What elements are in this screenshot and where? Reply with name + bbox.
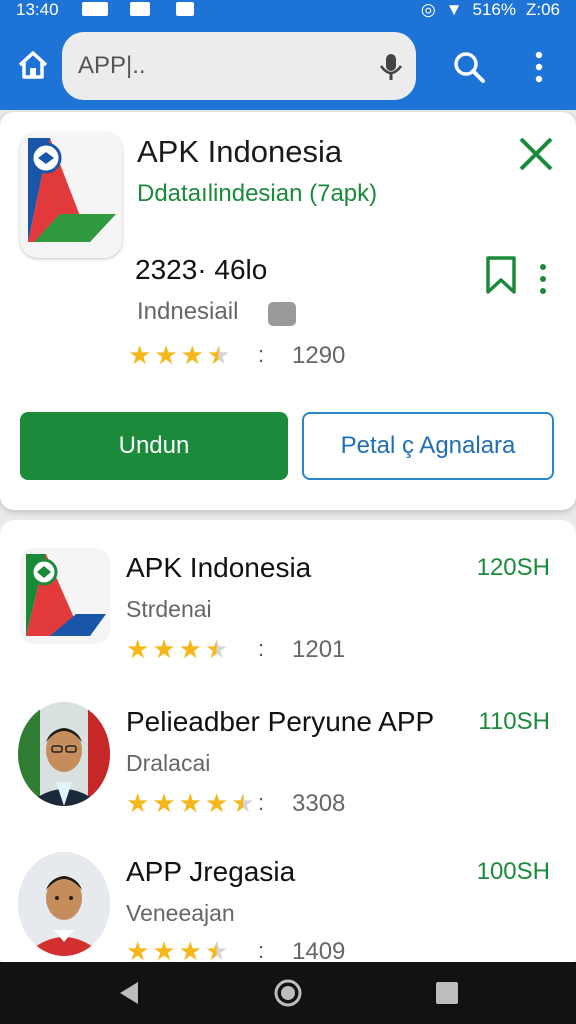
star-icon: ★: [126, 634, 150, 664]
item-title: Pelieadber Peryune APP: [126, 706, 435, 737]
separator: :: [258, 342, 265, 367]
rating-stars: ★ ★ ★ ★ ★: [126, 790, 255, 816]
item-size: 100SH: [476, 858, 550, 885]
developer-avatar: [18, 702, 110, 806]
home-icon[interactable]: [16, 48, 50, 82]
status-right: ◎ ▼ 516% Z:06: [421, 0, 560, 20]
item-size: 110SH: [478, 708, 550, 735]
search-query: APP|..: [78, 52, 146, 79]
alarm-icon: ◎: [420, 0, 436, 19]
item-subtitle: Veneeajan: [126, 900, 235, 926]
status-clock: Z:06: [525, 0, 560, 19]
rating-count: 1290: [292, 342, 346, 369]
developer-avatar: [18, 852, 110, 956]
search-icon[interactable]: [452, 50, 486, 84]
results-list: APK Indonesia 120SH Strdenai ★ ★ ★ ★ : 1…: [0, 520, 576, 970]
notification-icon: [82, 2, 108, 16]
battery-level: 516%: [472, 0, 516, 19]
close-icon[interactable]: [516, 134, 556, 174]
item-size: 120SH: [476, 554, 550, 581]
star-half-icon: ★: [231, 788, 255, 818]
download-button[interactable]: Undun: [20, 412, 288, 480]
home-circle-icon[interactable]: [273, 978, 303, 1008]
featured-app-subtitle[interactable]: Ddataılindesian (7apk): [137, 180, 377, 208]
status-bar: 13:40 ◎ ▼ 516% Z:06: [0, 0, 576, 22]
separator: :: [258, 636, 265, 661]
rating-stars: ★ ★ ★ ★: [126, 636, 228, 662]
star-half-icon: ★: [204, 936, 229, 966]
back-icon[interactable]: [114, 978, 144, 1008]
bookmark-icon[interactable]: [484, 254, 518, 296]
star-icon: ★: [154, 340, 178, 370]
star-half-icon: ★: [204, 634, 229, 664]
featured-app-title: APK Indonesia: [137, 134, 343, 169]
rating-stars: ★ ★ ★ ★: [128, 342, 230, 368]
featured-app-region: Indnesiail: [137, 298, 239, 325]
item-title: APK Indonesia: [126, 552, 312, 583]
star-icon: ★: [178, 936, 202, 966]
more-options-icon[interactable]: [534, 262, 552, 296]
rating-count: 3308: [292, 790, 346, 817]
star-icon: ★: [180, 340, 204, 370]
item-subtitle: Dralacai: [126, 750, 211, 776]
notification-icon: [176, 2, 194, 16]
overflow-menu-icon[interactable]: [528, 50, 550, 84]
list-item[interactable]: APK Indonesia 120SH Strdenai ★ ★ ★ ★ : 1…: [0, 548, 576, 698]
region-badge-icon: [268, 302, 296, 326]
star-icon: ★: [126, 788, 150, 818]
wifi-icon: ▼: [445, 0, 463, 19]
star-icon: ★: [178, 788, 202, 818]
featured-app-card[interactable]: APK Indonesia Ddataılindesian (7apk) 232…: [0, 112, 576, 510]
mic-icon[interactable]: [378, 52, 404, 82]
secondary-action-button[interactable]: Petal ç Agnalara: [302, 412, 554, 480]
apk-indonesia-icon: [20, 132, 122, 258]
star-icon: ★: [204, 788, 229, 818]
rating-count: 1201: [292, 636, 346, 663]
app-bar: APP|..: [0, 22, 576, 110]
rating-stars: ★ ★ ★ ★: [126, 938, 228, 964]
star-icon: ★: [152, 936, 176, 966]
star-icon: ★: [128, 340, 152, 370]
notification-icon: [130, 2, 150, 16]
star-half-icon: ★: [206, 340, 231, 370]
status-time: 13:40: [16, 0, 59, 19]
star-icon: ★: [152, 788, 176, 818]
search-input[interactable]: APP|..: [62, 32, 416, 100]
item-subtitle: Strdenai: [126, 596, 212, 622]
item-title: APP Jregasia: [126, 856, 296, 887]
separator: :: [258, 790, 265, 815]
list-item[interactable]: Pelieadber Peryune APP 110SH Dralacai ★ …: [0, 702, 576, 852]
apk-indonesia-icon: [20, 548, 110, 644]
star-icon: ★: [178, 634, 202, 664]
star-icon: ★: [126, 936, 150, 966]
system-nav-bar: [0, 962, 576, 1024]
featured-app-number: 2323· 46lo: [135, 254, 268, 285]
recent-apps-icon[interactable]: [432, 978, 462, 1008]
separator: :: [258, 938, 265, 963]
star-icon: ★: [152, 634, 176, 664]
